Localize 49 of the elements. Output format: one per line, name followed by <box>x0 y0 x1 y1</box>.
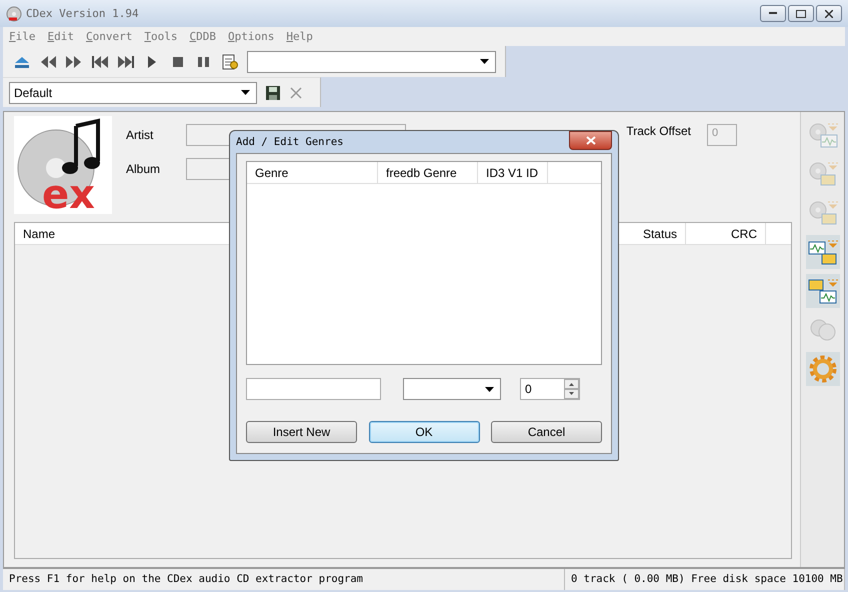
dialog-button[interactable]: Insert New <box>246 421 357 443</box>
track-dropdown[interactable] <box>247 50 496 72</box>
column-header[interactable]: Genre <box>247 162 378 183</box>
menu-item[interactable]: Help <box>286 30 313 43</box>
column-header[interactable]: freedb Genre <box>378 162 478 183</box>
menu-item[interactable]: Tools <box>144 30 178 43</box>
genre-name-field[interactable] <box>246 378 381 400</box>
dialog-title: Add / Edit Genres <box>236 136 344 148</box>
maximize-button[interactable] <box>788 5 814 22</box>
genre-dropdown[interactable] <box>403 378 501 400</box>
caret-icon <box>480 59 489 64</box>
skip-forward-icon[interactable] <box>117 54 135 70</box>
field-label: Artist <box>126 128 154 142</box>
menu-item[interactable]: File <box>9 30 36 43</box>
dialog-button[interactable]: OK <box>368 421 480 443</box>
field-label: Track Offset <box>626 124 691 138</box>
status-text: Press F1 for help on the CDex audio CD extractor program <box>3 569 565 590</box>
window-title: CDex Version 1.94 <box>26 7 139 20</box>
gear-icon <box>808 354 838 384</box>
minimize-icon <box>769 12 777 15</box>
close-icon <box>825 10 833 18</box>
field-label: Album <box>126 162 162 176</box>
id-spinner[interactable]: 0 <box>520 378 580 400</box>
status-text: 0 track ( 0.00 MB) Free disk space 10100 MB <box>565 569 845 590</box>
column-header[interactable]: ID3 V1 ID <box>478 162 548 183</box>
save-icon[interactable] <box>265 84 281 100</box>
minimize-button[interactable] <box>760 5 786 22</box>
profile-dropdown[interactable]: Default <box>9 82 257 104</box>
maximize-icon <box>796 10 806 18</box>
tool-button[interactable] <box>806 274 840 308</box>
rewind-icon[interactable] <box>39 54 57 70</box>
tool-button[interactable] <box>806 235 840 269</box>
menu-item[interactable]: Edit <box>48 30 74 43</box>
document-gear-icon[interactable] <box>221 54 239 70</box>
close-button[interactable] <box>569 131 612 150</box>
dialog-button[interactable]: Cancel <box>491 421 602 443</box>
cd-logo-icon <box>6 6 22 22</box>
caret-icon <box>241 90 250 95</box>
column-header[interactable]: CRC <box>686 223 766 244</box>
cd-music-logo: ex <box>14 116 112 214</box>
fast-forward-icon[interactable] <box>65 54 83 70</box>
menu-item[interactable]: Options <box>228 30 274 43</box>
close-button[interactable] <box>816 5 842 22</box>
caret-icon <box>485 386 494 392</box>
menu-item[interactable]: CDDB <box>190 30 216 43</box>
spin-arrows-icon <box>564 379 579 399</box>
close-icon <box>586 136 596 145</box>
menu-item[interactable]: Convert <box>86 30 132 43</box>
skip-back-icon[interactable] <box>91 54 109 70</box>
